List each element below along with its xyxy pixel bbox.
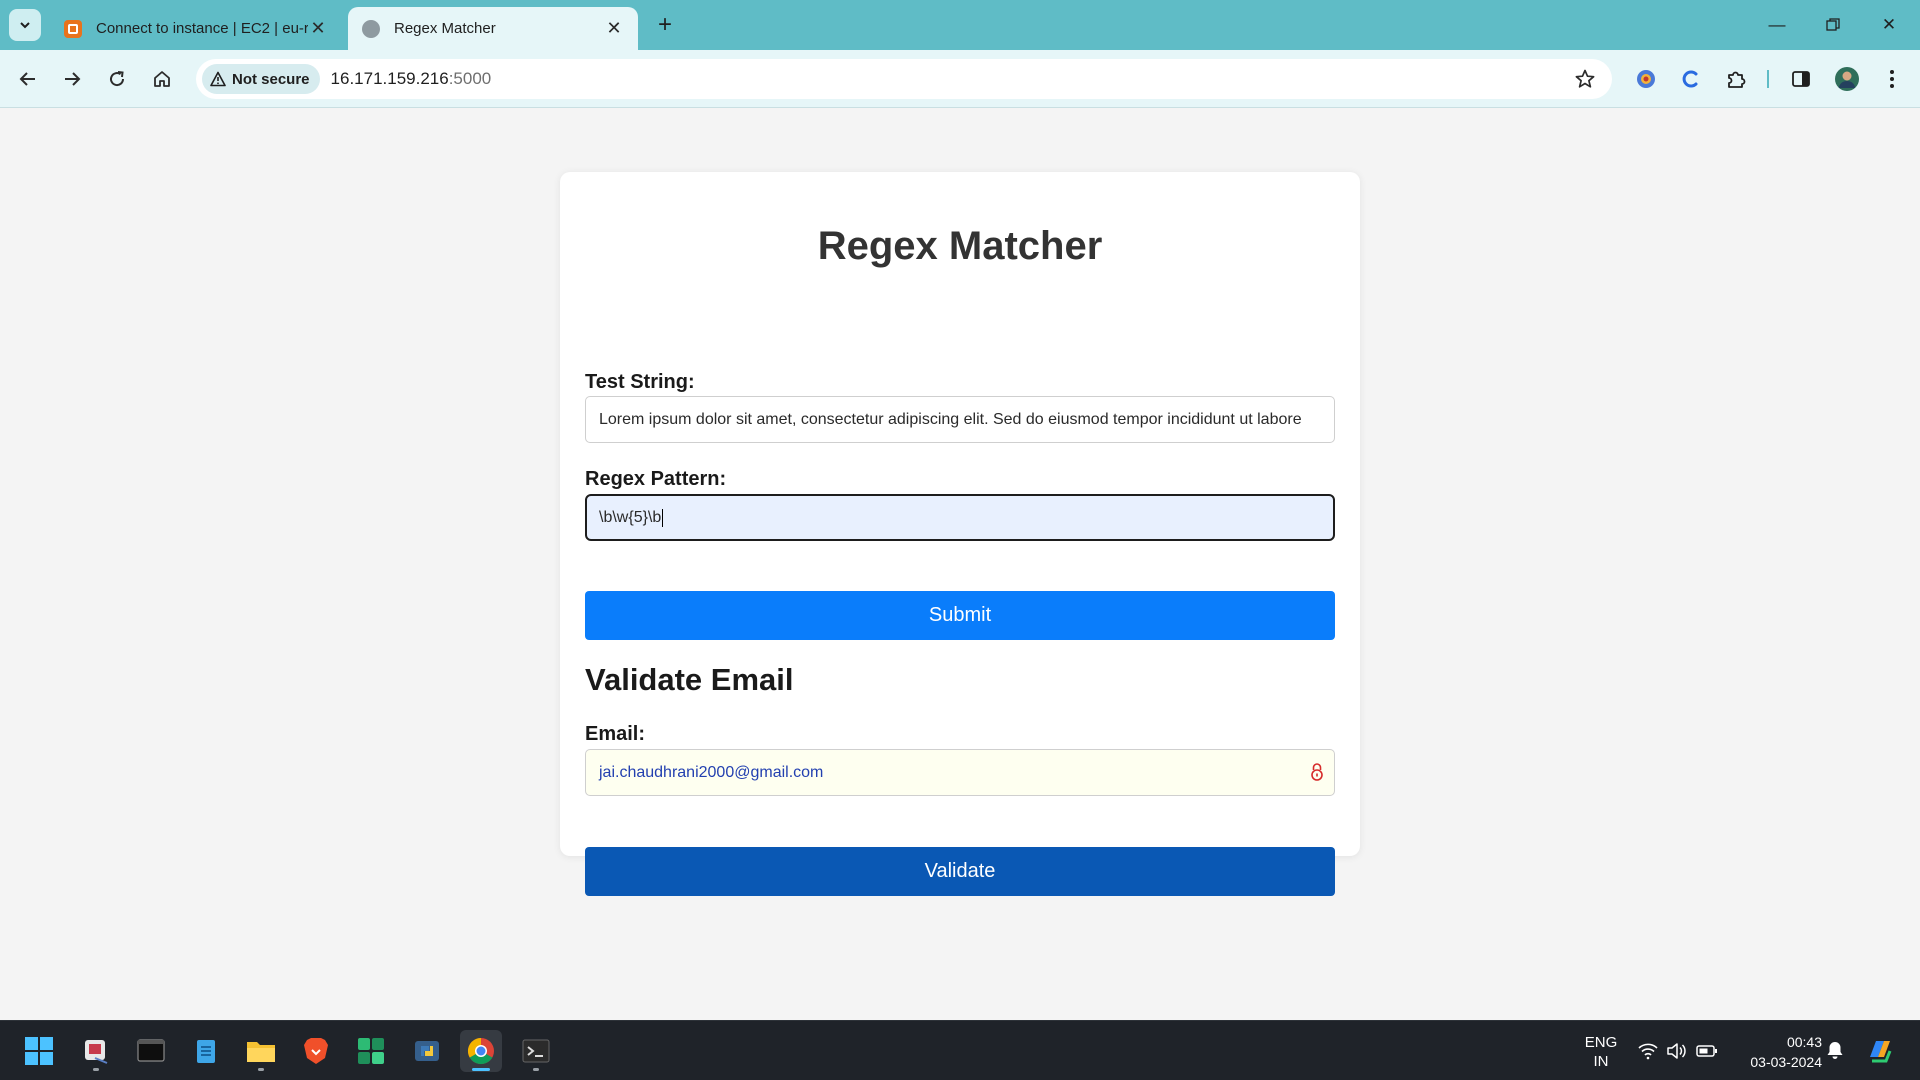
notepad-icon (197, 1040, 215, 1063)
snipping-tool-icon (85, 1040, 108, 1064)
running-indicator (258, 1068, 264, 1071)
taskbar-brave[interactable] (295, 1030, 337, 1072)
c-extension-icon[interactable] (1675, 63, 1707, 95)
running-indicator (472, 1068, 490, 1071)
reload-button[interactable] (101, 63, 133, 95)
terminal-icon (522, 1039, 550, 1063)
clock-time: 00:43 (1786, 1034, 1822, 1050)
browser-toolbar: Not secure 16.171.159.216:5000 (0, 50, 1920, 108)
regex-pattern-label: Regex Pattern: (585, 468, 727, 490)
home-button[interactable] (146, 63, 178, 95)
url-host: 16.171.159.216 (330, 69, 449, 88)
system-clock[interactable]: 00:43 03-03-2024 (1724, 1032, 1822, 1072)
new-tab-button[interactable]: + (652, 12, 678, 38)
globe-icon (362, 19, 380, 38)
validate-email-heading: Validate Email (585, 662, 794, 697)
copilot-icon[interactable] (1864, 1035, 1896, 1067)
side-panel-icon[interactable] (1785, 63, 1817, 95)
window-close-icon[interactable]: ✕ (1866, 10, 1912, 40)
chevron-down-icon (20, 22, 30, 29)
taskbar-snipping-tool[interactable] (75, 1030, 117, 1072)
restore-icon[interactable] (1810, 10, 1856, 40)
taskbar-chrome[interactable] (460, 1030, 502, 1072)
windows-logo-icon (25, 1037, 53, 1065)
language-code: ENG (1584, 1034, 1618, 1051)
reload-icon (110, 71, 125, 87)
page-viewport: Regex Matcher Test String: Lorem ipsum d… (0, 109, 1920, 1020)
arrow-left-icon (19, 72, 35, 86)
volume-icon[interactable] (1665, 1041, 1687, 1061)
minimize-icon[interactable]: — (1754, 10, 1800, 40)
url-port: :5000 (448, 69, 492, 88)
text-caret (662, 508, 664, 527)
submit-button[interactable]: Submit (585, 591, 1335, 640)
browser-tab-ec2[interactable]: Connect to instance | EC2 | eu-r ✕ (50, 7, 342, 50)
taskbar-python[interactable] (406, 1030, 448, 1072)
email-input[interactable]: jai.chaudhrani2000@gmail.com (585, 749, 1335, 796)
back-button[interactable] (12, 63, 44, 95)
test-string-label: Test String: (585, 371, 695, 393)
menu-kebab-icon[interactable] (1876, 63, 1908, 95)
region-code: IN (1593, 1053, 1609, 1070)
profile-avatar[interactable] (1831, 63, 1863, 95)
tab-search-button[interactable] (9, 9, 41, 41)
start-button[interactable] (18, 1030, 60, 1072)
brave-lion-icon (304, 1038, 328, 1064)
regex-pattern-value: \b\w{5}\b (599, 508, 662, 526)
tab-title: Connect to instance | EC2 | eu-r (96, 20, 308, 37)
python-icon (415, 1041, 439, 1061)
running-indicator (93, 1068, 99, 1071)
warning-icon (210, 71, 226, 87)
windows-taskbar: ENG IN 00:43 03-03-2024 (0, 1020, 1920, 1080)
aws-favicon-icon (64, 19, 82, 38)
validate-button[interactable]: Validate (585, 847, 1335, 896)
clock-date: 03-03-2024 (1750, 1054, 1822, 1070)
tab-title: Regex Matcher (394, 20, 496, 37)
extensions-puzzle-icon[interactable] (1720, 63, 1752, 95)
chrome-icon (467, 1037, 494, 1065)
taskbar-notepad[interactable] (185, 1030, 227, 1072)
test-string-input[interactable]: Lorem ipsum dolor sit amet, consectetur … (585, 396, 1335, 443)
home-icon (154, 71, 170, 87)
close-icon[interactable]: ✕ (308, 18, 328, 39)
security-label: Not secure (232, 70, 310, 88)
arrow-right-icon (65, 72, 81, 86)
widgets-icon (358, 1038, 384, 1064)
notification-bell-icon[interactable] (1824, 1040, 1846, 1060)
site-security-chip[interactable]: Not secure (202, 64, 320, 94)
forward-button[interactable] (56, 63, 88, 95)
url-text: 16.171.159.216:5000 (331, 69, 492, 89)
taskbar-file-explorer[interactable] (240, 1030, 282, 1072)
address-bar[interactable]: Not secure 16.171.159.216:5000 (196, 59, 1612, 99)
password-key-icon[interactable] (1310, 762, 1324, 787)
language-indicator[interactable]: ENG IN (1584, 1033, 1618, 1071)
folder-icon (247, 1042, 275, 1062)
browser-tab-bar: Connect to instance | EC2 | eu-r ✕ Regex… (0, 0, 1920, 50)
extension-icon[interactable] (1630, 63, 1662, 95)
email-label: Email: (585, 723, 646, 745)
running-indicator (533, 1068, 539, 1071)
taskbar-terminal-app[interactable] (130, 1030, 172, 1072)
page-title: Regex Matcher (817, 224, 1103, 268)
terminal-window-icon (137, 1039, 165, 1062)
regex-form-card: Regex Matcher Test String: Lorem ipsum d… (560, 172, 1360, 896)
email-value: jai.chaudhrani2000@gmail.com (599, 763, 824, 781)
regex-pattern-input[interactable]: \b\w{5}\b (585, 494, 1335, 541)
toolbar-divider (1767, 70, 1769, 88)
close-icon[interactable]: ✕ (604, 18, 624, 39)
bookmark-star-icon[interactable] (1574, 68, 1596, 95)
wifi-icon[interactable] (1637, 1041, 1659, 1061)
taskbar-widgets-app[interactable] (350, 1030, 392, 1072)
battery-icon[interactable] (1696, 1041, 1718, 1061)
taskbar-windows-terminal[interactable] (515, 1030, 557, 1072)
browser-tab-regex-matcher[interactable]: Regex Matcher ✕ (348, 7, 638, 50)
